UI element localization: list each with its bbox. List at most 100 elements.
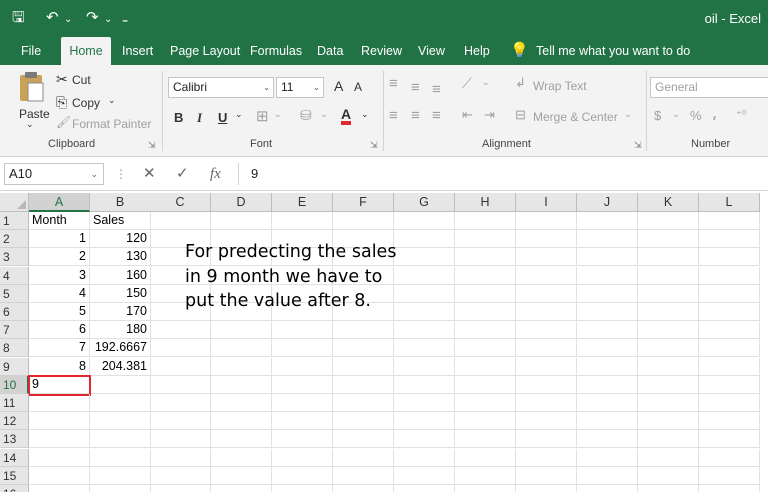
tab-file[interactable]: File bbox=[21, 37, 41, 65]
cell-a6[interactable]: 5 bbox=[29, 303, 90, 321]
cell-l11[interactable] bbox=[699, 394, 760, 412]
cell-e9[interactable] bbox=[272, 357, 333, 376]
align-middle-icon[interactable]: ≡ bbox=[411, 79, 420, 96]
cell-d12[interactable] bbox=[211, 412, 272, 431]
cell-j11[interactable] bbox=[577, 394, 638, 412]
font-name-select[interactable]: Calibri ⌄ bbox=[168, 77, 274, 98]
cell-b3[interactable]: 130 bbox=[90, 248, 151, 267]
cell-i12[interactable] bbox=[516, 412, 577, 431]
row-header-14[interactable]: 14 bbox=[0, 448, 29, 467]
row-header-13[interactable]: 13 bbox=[0, 430, 29, 449]
cell-i3[interactable] bbox=[516, 248, 577, 267]
cell-k1[interactable] bbox=[638, 212, 699, 230]
paste-dropdown-icon[interactable]: ⌄ bbox=[26, 119, 34, 130]
cell-a16[interactable] bbox=[29, 485, 90, 492]
tab-page-layout[interactable]: Page Layout bbox=[170, 37, 240, 65]
cell-c15[interactable] bbox=[150, 466, 211, 485]
cell-e1[interactable] bbox=[272, 212, 333, 230]
cell-a2[interactable]: 1 bbox=[29, 230, 90, 249]
cell-f10[interactable] bbox=[333, 375, 394, 394]
row-header-2[interactable]: 2 bbox=[0, 230, 29, 249]
cell-j2[interactable] bbox=[577, 230, 638, 249]
row-header-12[interactable]: 12 bbox=[0, 412, 29, 431]
cell-j7[interactable] bbox=[577, 321, 638, 340]
cell-b11[interactable] bbox=[90, 394, 151, 412]
insert-function-icon[interactable]: fx bbox=[210, 163, 221, 185]
cell-f15[interactable] bbox=[333, 466, 394, 485]
currency-dropdown-icon[interactable]: ⌄ bbox=[672, 109, 680, 120]
cell-j14[interactable] bbox=[577, 448, 638, 467]
cell-k6[interactable] bbox=[638, 303, 699, 321]
cell-d1[interactable] bbox=[211, 212, 272, 230]
cell-j8[interactable] bbox=[577, 339, 638, 358]
cell-l7[interactable] bbox=[699, 321, 760, 340]
save-icon[interactable]: 🖫 bbox=[12, 9, 25, 27]
row-header-4[interactable]: 4 bbox=[0, 266, 29, 285]
cut-button[interactable]: Cut bbox=[72, 73, 91, 87]
cell-c12[interactable] bbox=[150, 412, 211, 431]
comma-style-icon[interactable]: ⸴ bbox=[713, 106, 716, 124]
cell-e10[interactable] bbox=[272, 375, 333, 394]
cell-k5[interactable] bbox=[638, 284, 699, 303]
cell-k3[interactable] bbox=[638, 248, 699, 267]
cell-j9[interactable] bbox=[577, 357, 638, 376]
cell-k4[interactable] bbox=[638, 266, 699, 285]
wrap-text-icon[interactable]: ↲ bbox=[515, 75, 526, 91]
copy-dropdown-icon[interactable]: ⌄ bbox=[108, 95, 116, 106]
cell-b1[interactable]: Sales bbox=[90, 212, 151, 230]
cell-b12[interactable] bbox=[90, 412, 151, 431]
cell-d16[interactable] bbox=[211, 485, 272, 492]
cell-l6[interactable] bbox=[699, 303, 760, 321]
cell-c14[interactable] bbox=[150, 448, 211, 467]
cell-l14[interactable] bbox=[699, 448, 760, 467]
format-painter-icon[interactable]: 🖌 bbox=[56, 115, 71, 129]
cell-h3[interactable] bbox=[455, 248, 516, 267]
cell-f12[interactable] bbox=[333, 412, 394, 431]
cell-b2[interactable]: 120 bbox=[90, 230, 151, 249]
cell-i2[interactable] bbox=[516, 230, 577, 249]
cell-k15[interactable] bbox=[638, 466, 699, 485]
column-header-k[interactable]: K bbox=[638, 193, 699, 212]
merge-center-button[interactable]: Merge & Center bbox=[533, 110, 618, 124]
underline-dropdown-icon[interactable]: ⌄ bbox=[235, 109, 243, 120]
cell-e7[interactable] bbox=[272, 321, 333, 340]
cell-j3[interactable] bbox=[577, 248, 638, 267]
cell-j5[interactable] bbox=[577, 284, 638, 303]
cell-i4[interactable] bbox=[516, 266, 577, 285]
cell-a13[interactable] bbox=[29, 430, 90, 449]
cell-f16[interactable] bbox=[333, 485, 394, 492]
cell-e8[interactable] bbox=[272, 339, 333, 358]
cell-c1[interactable] bbox=[150, 212, 211, 230]
align-center-icon[interactable]: ≡ bbox=[411, 107, 420, 124]
borders-dropdown-icon[interactable]: ⌄ bbox=[274, 109, 282, 120]
cell-i6[interactable] bbox=[516, 303, 577, 321]
cell-l15[interactable] bbox=[699, 466, 760, 485]
align-bottom-icon[interactable]: ≡ bbox=[432, 81, 441, 98]
cell-h4[interactable] bbox=[455, 266, 516, 285]
cell-k9[interactable] bbox=[638, 357, 699, 376]
cell-d9[interactable] bbox=[211, 357, 272, 376]
row-header-9[interactable]: 9 bbox=[0, 357, 29, 376]
cell-h16[interactable] bbox=[455, 485, 516, 492]
cell-l4[interactable] bbox=[699, 266, 760, 285]
cell-e15[interactable] bbox=[272, 466, 333, 485]
cell-k10[interactable] bbox=[638, 375, 699, 394]
cut-icon[interactable]: ✂ bbox=[56, 71, 68, 88]
cell-h8[interactable] bbox=[455, 339, 516, 358]
cell-i5[interactable] bbox=[516, 284, 577, 303]
enter-icon[interactable]: ✓ bbox=[176, 163, 189, 185]
cell-c10[interactable] bbox=[150, 375, 211, 394]
column-header-e[interactable]: E bbox=[272, 193, 333, 212]
cell-h14[interactable] bbox=[455, 448, 516, 467]
format-painter-button[interactable]: Format Painter bbox=[72, 117, 151, 131]
cell-k12[interactable] bbox=[638, 412, 699, 431]
cell-l1[interactable] bbox=[699, 212, 760, 230]
cell-g7[interactable] bbox=[394, 321, 455, 340]
cell-h7[interactable] bbox=[455, 321, 516, 340]
cell-h2[interactable] bbox=[455, 230, 516, 249]
tab-insert[interactable]: Insert bbox=[122, 37, 153, 65]
cell-i7[interactable] bbox=[516, 321, 577, 340]
cell-f14[interactable] bbox=[333, 448, 394, 467]
percent-icon[interactable]: % bbox=[690, 108, 702, 123]
tab-help[interactable]: Help bbox=[464, 37, 490, 65]
